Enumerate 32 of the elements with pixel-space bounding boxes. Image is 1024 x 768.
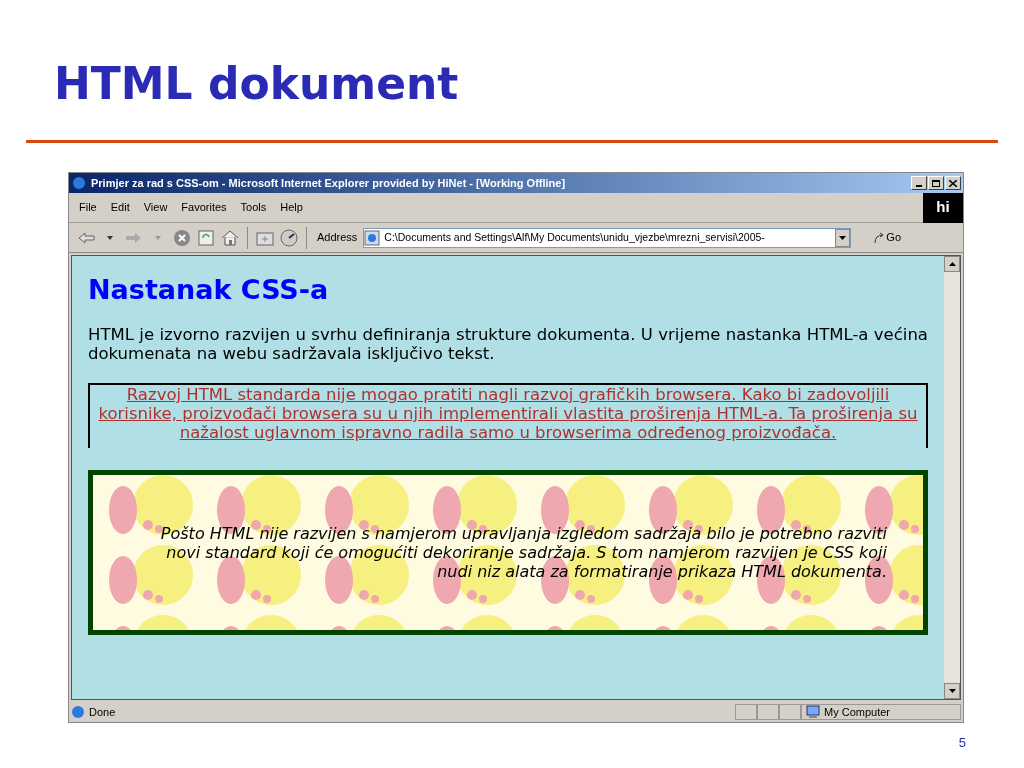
status-text: Done [89, 704, 116, 720]
minimize-button[interactable] [911, 176, 927, 190]
go-button[interactable]: Go [873, 229, 902, 246]
status-panel [757, 704, 779, 720]
brand-logo: hi [923, 192, 963, 223]
scrollbar[interactable] [944, 256, 960, 699]
curved-arrow-icon [873, 231, 886, 244]
caret-down-icon [839, 235, 847, 240]
menu-item[interactable]: Help [280, 199, 303, 216]
close-button[interactable] [945, 176, 961, 190]
slide-title: HTML dokument [54, 62, 459, 106]
close-icon [949, 179, 957, 187]
zone-text: My Computer [824, 704, 891, 720]
computer-icon [806, 705, 820, 719]
intro-paragraph: HTML je izvorno razvijen u svrhu definiranja strukture dokumenta. U vrijeme nastanka HTML-a većina dokumenata na webu sadržavala isključivo tekst. [88, 325, 928, 363]
address-field[interactable]: C:\Documents and Settings\Alf\My Documents\unidu_vjezbe\mrezni_servisi\2005- [363, 227, 852, 248]
page-number: 5 [958, 735, 966, 750]
maximize-button[interactable] [928, 176, 944, 190]
dropdown-button[interactable] [835, 228, 851, 247]
page-heading: Nastanak CSS-a [88, 276, 330, 303]
menu-item[interactable]: Tools [240, 199, 267, 216]
scroll-down-icon [948, 689, 956, 693]
menu-item[interactable]: Favorites [181, 199, 227, 216]
menu-item[interactable]: File [79, 199, 97, 216]
scroll-up-icon [948, 262, 956, 266]
window-title: Primjer za rad s CSS-om - Microsoft Internet Explorer provided by HiNet - [Working Offline] [91, 175, 566, 191]
menu-item[interactable]: View [143, 199, 168, 216]
decorated-paragraph: Pošto HTML nije razvijen s namjerom upravljanja izgledom sadržaja bilo je potrebno razviti novi standard koji će omogućiti dekoriranje sadržaja. S tom namjerom razvijen je CSS koji nudi niz alata za formatiranje prikaza HTML dokumenta. [159, 524, 887, 581]
menu-item[interactable]: Edit [110, 199, 130, 216]
address-label: Address [317, 230, 358, 246]
status-panel [735, 704, 757, 720]
underlined-paragraph: Razvoj HTML standarda nije mogao pratiti nagli razvoj grafičkih browsera. Kako bi zadovoljili korisnike, proizvođači browsera su u njih implementirali vlastita proširenja HTML-a. Ta proširenja su nažalost uglavnom ispravno radila samo u browserima određenog proizvođača. [98, 385, 918, 442]
